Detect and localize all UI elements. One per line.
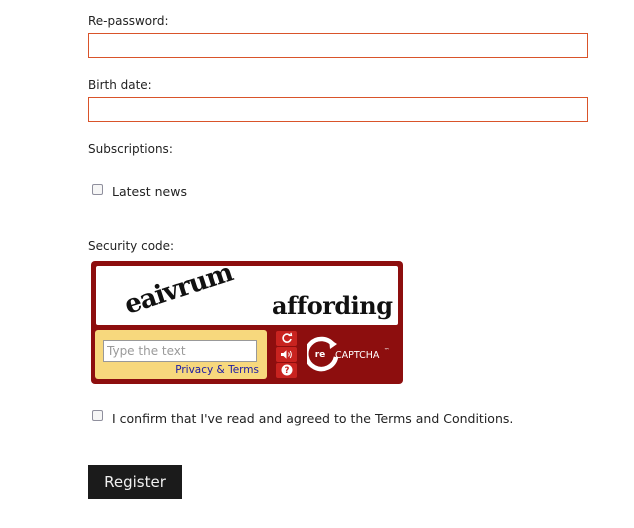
logo-tm: ™ <box>384 347 390 354</box>
captcha-word-2: affording <box>272 291 393 320</box>
help-icon: ? <box>281 361 293 380</box>
captcha-word-1: eaivrum <box>121 266 237 321</box>
repassword-label: Re-password: <box>88 14 169 28</box>
captcha-image: eaivrum affording <box>96 266 398 325</box>
logo-captcha: CAPTCHA <box>335 350 380 361</box>
logo-re: re <box>315 350 326 360</box>
terms-label: I confirm that I've read and agreed to t… <box>112 411 514 426</box>
help-button[interactable]: ? <box>276 363 297 378</box>
birthdate-field[interactable] <box>88 97 588 122</box>
privacy-terms-link[interactable]: Privacy & Terms <box>175 364 259 376</box>
terms-checkbox[interactable] <box>92 410 103 421</box>
recaptcha-widget: eaivrum affording Privacy & Terms <box>91 261 403 384</box>
latest-news-label: Latest news <box>112 184 187 199</box>
latest-news-checkbox[interactable] <box>92 184 103 195</box>
security-code-label: Security code: <box>88 239 175 253</box>
recaptcha-logo: re CAPTCHA ™ <box>304 334 397 374</box>
svg-text:?: ? <box>284 366 289 376</box>
register-button[interactable]: Register <box>88 465 182 499</box>
birthdate-label: Birth date: <box>88 78 152 92</box>
subscriptions-label: Subscriptions: <box>88 142 173 156</box>
repassword-field[interactable] <box>88 33 588 58</box>
captcha-input[interactable] <box>103 340 257 362</box>
refresh-button[interactable] <box>276 331 297 346</box>
captcha-input-panel: Privacy & Terms <box>95 330 267 379</box>
audio-button[interactable] <box>276 347 297 362</box>
